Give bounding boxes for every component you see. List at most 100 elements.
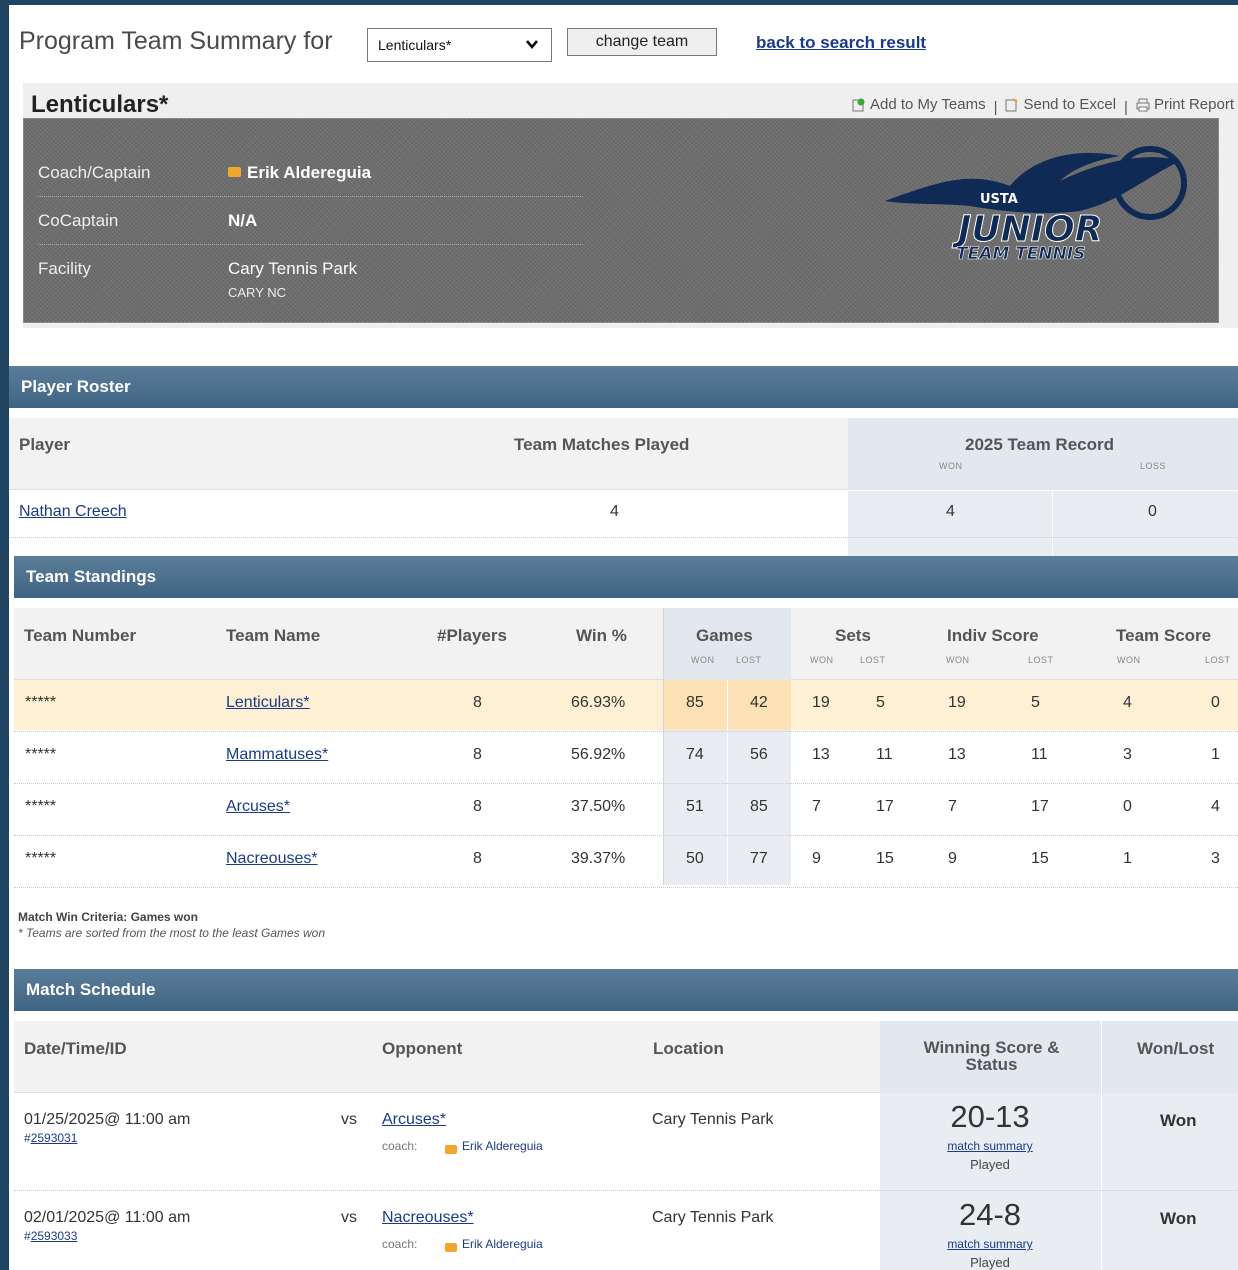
col-players: #Players xyxy=(437,626,507,645)
add-to-my-teams-button[interactable]: Add to My Teams xyxy=(852,96,986,113)
match-status: Played xyxy=(970,1157,1010,1172)
col-date: Date/Time/ID xyxy=(24,1039,127,1058)
send-to-excel-button[interactable]: Send to Excel xyxy=(1005,96,1116,113)
team-won-cell: 3 xyxy=(1123,746,1132,763)
sets-lost-cell: 15 xyxy=(876,850,894,867)
match-id[interactable]: #2593033 xyxy=(24,1229,77,1243)
info-row-cocaptain: CoCaptain N/A xyxy=(38,197,583,245)
indiv-lost-cell: 11 xyxy=(1031,746,1048,763)
print-report-label: Print Report xyxy=(1153,96,1234,113)
sets-won-cell: 7 xyxy=(812,798,821,815)
excel-icon xyxy=(1005,97,1019,111)
match-result: Won xyxy=(1160,1111,1197,1130)
roster-col-won: WON xyxy=(939,461,963,471)
opponent-link[interactable]: Arcuses* xyxy=(382,1111,446,1129)
match-id-prefix: # xyxy=(24,1131,31,1145)
match-id[interactable]: #2593031 xyxy=(24,1131,77,1145)
team-info-inner: Coach/Captain Erik Aldereguia CoCaptain … xyxy=(23,118,1219,323)
row-divider xyxy=(14,835,1238,836)
match-id-link[interactable]: 2593031 xyxy=(31,1131,78,1145)
team-number-cell: ***** xyxy=(25,746,57,763)
players-cell: 8 xyxy=(473,746,482,763)
standings-column-header: Team Number Team Name #Players Win % Gam… xyxy=(14,608,1238,680)
col-score-status: Winning Score & Status xyxy=(923,1038,1060,1074)
coach-name: Erik Aldereguia xyxy=(247,163,372,182)
roster-loss-value: 0 xyxy=(1148,503,1157,520)
roster-col-loss: LOSS xyxy=(1140,461,1167,471)
schedule-column-header: Date/Time/ID Opponent Location Winning S… xyxy=(14,1021,1238,1093)
roster-player-link[interactable]: Nathan Creech xyxy=(19,503,127,521)
usta-junior-team-tennis-logo: USTA JUNIOR TEAM TENNIS xyxy=(885,146,1187,261)
score-column-divider xyxy=(1101,1093,1102,1270)
indiv-won-sub: WON xyxy=(946,655,970,665)
opponent-coach-link[interactable]: Erik Aldereguia xyxy=(462,1139,543,1153)
team-name-link[interactable]: Lenticulars* xyxy=(226,694,310,712)
team-info-panel: Coach/Captain Erik Aldereguia CoCaptain … xyxy=(23,118,1238,328)
team-lost-cell: 1 xyxy=(1211,746,1220,763)
cocaptain-label: CoCaptain xyxy=(38,211,119,230)
team-lost-sub: LOST xyxy=(1205,655,1231,665)
team-name-link[interactable]: Mammatuses* xyxy=(226,746,328,764)
col-team-score: Team Score xyxy=(1116,626,1212,645)
team-number-cell: ***** xyxy=(25,850,57,867)
print-report-button[interactable]: Print Report xyxy=(1136,96,1234,113)
match-id-link[interactable]: 2593033 xyxy=(31,1229,78,1243)
logo-usta-text: USTA xyxy=(980,192,1018,207)
coach-label: coach: xyxy=(382,1139,418,1153)
indiv-won-cell: 9 xyxy=(948,850,957,867)
team-won-cell: 4 xyxy=(1123,694,1132,711)
page: Program Team Summary for Lenticulars* ch… xyxy=(9,5,1238,1270)
info-row-coach: Coach/Captain Erik Aldereguia xyxy=(38,149,583,197)
col-team-number: Team Number xyxy=(24,626,137,645)
games-lost-sub: LOST xyxy=(736,655,762,665)
action-separator: | xyxy=(993,98,998,116)
cocaptain-value: N/A xyxy=(228,211,258,230)
sets-lost-cell: 11 xyxy=(876,746,893,763)
vs-label: vs xyxy=(341,1111,357,1128)
team-won-sub: WON xyxy=(1117,655,1141,665)
match-location: Cary Tennis Park xyxy=(652,1209,774,1226)
team-name: Lenticulars* xyxy=(31,91,169,118)
team-number-cell: ***** xyxy=(25,798,57,815)
team-lost-cell: 4 xyxy=(1211,798,1220,815)
win-pct-cell: 66.93% xyxy=(571,694,626,711)
sets-lost-cell: 17 xyxy=(876,798,894,815)
opponent-coach-link[interactable]: Erik Aldereguia xyxy=(462,1237,543,1251)
winning-score: 20-13 xyxy=(950,1099,1030,1134)
roster-col-player: Player xyxy=(19,435,71,454)
indiv-lost-cell: 17 xyxy=(1031,798,1049,815)
add-team-icon xyxy=(852,98,865,111)
indiv-won-cell: 19 xyxy=(948,694,966,711)
row-divider xyxy=(14,783,1238,784)
team-header-bar: Lenticulars* Add to My Teams | Send to E… xyxy=(23,83,1238,123)
col-sets: Sets xyxy=(835,626,871,645)
team-select[interactable]: Lenticulars* xyxy=(367,28,552,62)
sort-note: * Teams are sorted from the most to the … xyxy=(18,926,326,940)
match-summary-link[interactable]: match summary xyxy=(880,1237,1100,1251)
winning-score: 24-8 xyxy=(958,1197,1022,1232)
games-left-border xyxy=(663,608,664,885)
highlight-row-bg xyxy=(14,680,1238,730)
row-divider xyxy=(14,1190,1238,1191)
match-summary-link[interactable]: match summary xyxy=(880,1139,1100,1153)
games-lost-cell: 56 xyxy=(750,746,768,763)
mail-icon xyxy=(445,1145,457,1154)
team-name-link[interactable]: Nacreouses* xyxy=(226,850,318,868)
send-to-excel-label: Send to Excel xyxy=(1023,96,1117,113)
info-row-facility: Facility Cary Tennis Park CARY NC xyxy=(38,245,583,315)
col-won-lost: Won/Lost xyxy=(1137,1039,1215,1058)
indiv-lost-cell: 15 xyxy=(1031,850,1049,867)
match-date: 02/01/2025@ 11:00 am xyxy=(24,1209,191,1226)
team-select-value: Lenticulars* xyxy=(378,37,452,53)
opponent-link[interactable]: Nacreouses* xyxy=(382,1209,474,1227)
roster-column-header: Player Team Matches Played 2025 Team Rec… xyxy=(9,418,1238,490)
games-lost-cell: 85 xyxy=(750,798,768,815)
coach-value[interactable]: Erik Aldereguia xyxy=(228,163,371,183)
team-lost-cell: 3 xyxy=(1211,850,1220,867)
team-name-link[interactable]: Arcuses* xyxy=(226,798,290,816)
back-to-search-link[interactable]: back to search result xyxy=(756,33,926,53)
match-location: Cary Tennis Park xyxy=(652,1111,774,1128)
win-pct-cell: 37.50% xyxy=(571,798,626,815)
team-lost-cell: 0 xyxy=(1211,694,1220,711)
change-team-button[interactable]: change team xyxy=(567,28,717,56)
